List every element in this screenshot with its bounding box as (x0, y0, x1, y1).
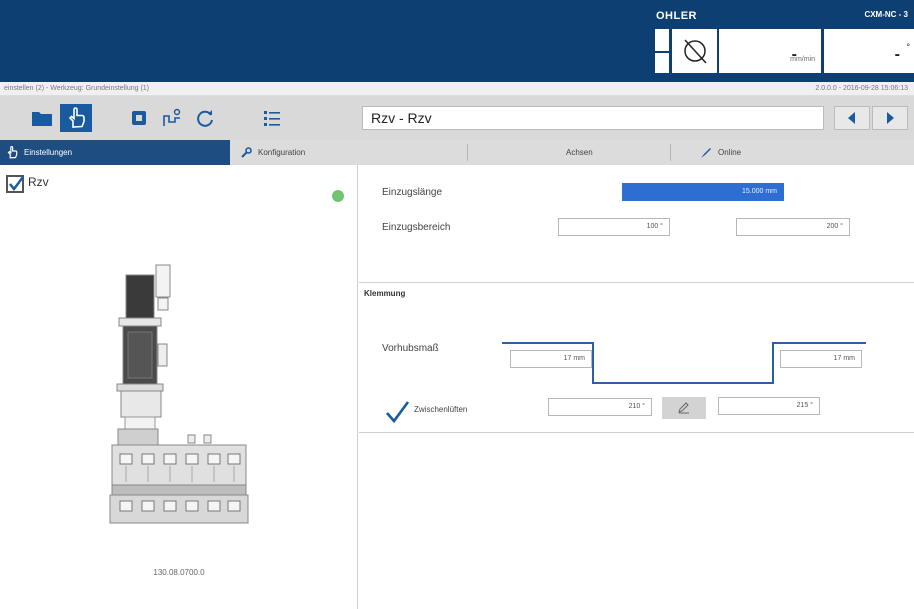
tab-label: Einstellungen (24, 148, 73, 157)
tab-label: Online (718, 148, 742, 157)
status-indicator-top (655, 29, 669, 51)
app-window: OHLER CXM-NC - 3 - mm/min - ° einstellen… (0, 0, 914, 609)
section-divider (359, 282, 914, 283)
checkmark-icon (9, 176, 24, 191)
arrow-right-icon (887, 112, 894, 124)
tab-konfiguration[interactable]: Konfiguration (240, 140, 460, 165)
edit-button[interactable] (662, 397, 706, 419)
tab-achsen[interactable]: Achsen (566, 140, 666, 165)
pencil-icon (678, 402, 689, 414)
vorhubsmass-label: Vorhubsmaß (382, 343, 439, 354)
tab-einstellungen[interactable]: Einstellungen (0, 140, 230, 165)
einzugslaenge-label: Einzugslänge (382, 187, 443, 198)
vorhubsmass-right-field[interactable]: 17 mm (780, 350, 862, 368)
version-timestamp: 2.0.0.0 - 2016-09-28 15:06:13 (815, 85, 908, 92)
reference-point-icon (163, 108, 181, 126)
speed-unit: mm/min (790, 56, 815, 63)
company-logo: OHLER (656, 10, 697, 22)
tab-bar: Einstellungen Konfiguration Achsen Onlin… (0, 140, 914, 165)
folder-icon (32, 112, 52, 126)
manual-mode-button[interactable] (60, 104, 92, 132)
einzugsbereich-from-field[interactable]: 100 ° (558, 218, 670, 236)
stop-icon (132, 111, 146, 125)
vorhubsmass-left-field[interactable]: 17 mm (510, 350, 592, 368)
list-icon (264, 111, 280, 126)
brush-icon (700, 147, 712, 159)
tab-label: Achsen (566, 148, 593, 157)
tab-online[interactable]: Online (700, 140, 810, 165)
machine-name: CXM-NC - 3 (864, 10, 908, 19)
breadcrumb: einstellen (2) - Werkzeug: Grundeinstell… (4, 85, 149, 92)
section-divider (359, 432, 914, 433)
previous-button[interactable] (834, 106, 870, 130)
angle-display: - ° (824, 29, 914, 73)
hand-icon (6, 146, 18, 159)
motor-off-icon (683, 39, 707, 64)
module-title-field[interactable]: Rzv - Rzv (362, 106, 824, 130)
status-indicator-bottom (655, 53, 669, 73)
angle-unit: ° (906, 42, 910, 52)
cycle-icon (197, 110, 213, 127)
zwischenlueften-label: Zwischenlüften (414, 405, 468, 414)
info-bar: einstellen (2) - Werkzeug: Grundeinstell… (0, 82, 914, 96)
open-folder-button[interactable] (26, 104, 58, 132)
zwischenlueften-to-field[interactable]: 215 ° (718, 397, 820, 415)
zwischenlueften-from-field[interactable]: 210 ° (548, 398, 652, 416)
device-enabled-checkbox[interactable] (6, 175, 24, 193)
device-title: Rzv (28, 175, 49, 189)
device-panel: Rzv 130.08.0700.0 (0, 165, 358, 609)
device-drawing (109, 264, 249, 524)
einzugsbereich-to-field[interactable]: 200 ° (736, 218, 850, 236)
tab-divider (670, 144, 671, 161)
next-button[interactable] (872, 106, 908, 130)
tab-label: Konfiguration (258, 148, 306, 157)
arrow-left-icon (848, 112, 855, 124)
cycle-button[interactable] (189, 104, 221, 132)
einzugsbereich-label: Einzugsbereich (382, 222, 451, 233)
einzugslaenge-field[interactable]: 15.000 mm (622, 183, 784, 201)
reference-button[interactable] (156, 104, 188, 132)
angle-value: - (894, 46, 900, 63)
part-number: 130.08.0700.0 (153, 568, 205, 577)
hand-icon (68, 107, 85, 128)
klemmung-heading: Klemmung (364, 289, 406, 298)
checkmark-icon (386, 401, 410, 424)
wrench-icon (240, 146, 252, 159)
stop-button[interactable] (123, 104, 155, 132)
motor-status-panel[interactable] (672, 29, 717, 73)
toolbar: Rzv - Rzv (0, 96, 914, 140)
zwischenlueften-checkbox[interactable] (384, 399, 410, 425)
list-view-button[interactable] (256, 104, 288, 132)
speed-display: - mm/min (719, 29, 821, 73)
status-indicator (332, 190, 344, 202)
header-bar: OHLER CXM-NC - 3 - mm/min - ° (0, 0, 914, 82)
tab-divider (467, 144, 468, 161)
